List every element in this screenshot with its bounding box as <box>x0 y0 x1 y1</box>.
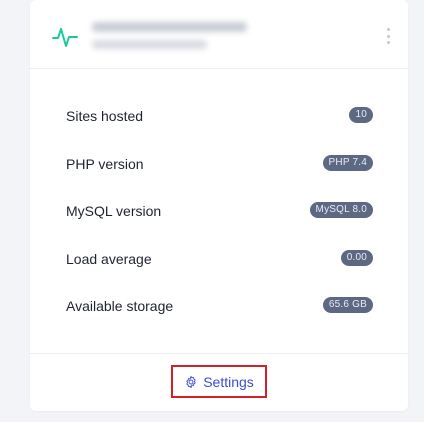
stat-label: Load average <box>66 250 152 267</box>
stat-label: PHP version <box>66 155 144 172</box>
stat-row-available-storage: Available storage 65.6 GB <box>30 283 408 331</box>
stat-badge: 10 <box>349 107 373 123</box>
stat-label: Available storage <box>66 298 174 314</box>
settings-button[interactable]: Settings <box>171 365 267 398</box>
stat-row-load-average: Load average 0.00 <box>30 236 408 284</box>
stat-row-mysql-version: MySQL version MySQL 8.0 <box>30 188 408 236</box>
stat-badge: PHP 7.4 <box>322 154 373 171</box>
settings-label: Settings <box>203 373 254 390</box>
activity-pulse-icon <box>52 28 78 47</box>
server-hostname-redacted <box>92 22 247 32</box>
card-footer: Settings <box>30 353 408 412</box>
stats-list: Sites hosted 10 PHP version PHP 7.4 MySQ… <box>30 93 408 331</box>
stat-badge: 65.6 GB <box>322 297 373 313</box>
card-header <box>30 0 408 69</box>
server-card: Sites hosted 10 PHP version PHP 7.4 MySQ… <box>30 0 408 411</box>
stat-badge: MySQL 8.0 <box>309 202 373 218</box>
stat-row-php-version: PHP version PHP 7.4 <box>30 141 408 189</box>
stat-label: Sites hosted <box>66 108 144 124</box>
gear-icon <box>186 375 196 388</box>
server-address-redacted <box>92 40 207 49</box>
stat-row-sites-hosted: Sites hosted 10 <box>30 93 408 141</box>
stat-badge: 0.00 <box>340 249 373 266</box>
stat-label: MySQL version <box>66 203 162 219</box>
kebab-menu-icon[interactable] <box>386 28 390 44</box>
